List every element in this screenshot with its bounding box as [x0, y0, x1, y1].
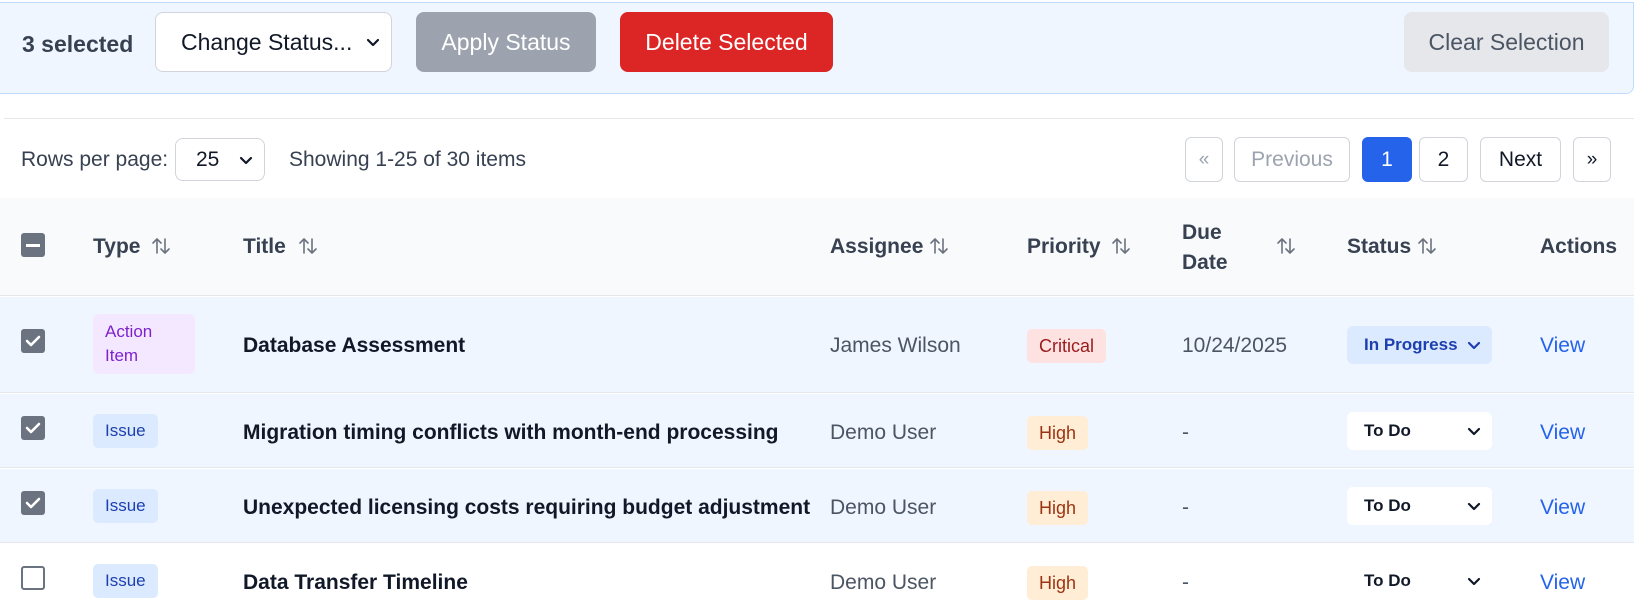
view-link[interactable]: View [1540, 421, 1585, 445]
row-status-value: To Do [1364, 496, 1411, 515]
chevron-down-icon [239, 156, 253, 164]
row-due-date: 10/24/2025 [1182, 334, 1288, 357]
type-badge: Issue [93, 489, 158, 523]
column-header-type[interactable]: Type [93, 235, 140, 259]
rows-per-page-value: 25 [196, 147, 220, 171]
row-checkbox[interactable] [21, 416, 45, 440]
row-checkbox[interactable] [21, 566, 45, 590]
column-header-actions: Actions [1540, 235, 1618, 258]
sort-icon[interactable] [1275, 235, 1297, 257]
bulk-action-bar: 3 selected Change Status... Apply Status… [0, 2, 1634, 94]
selected-count: 3 selected [22, 31, 134, 57]
type-badge: Action Item [93, 314, 195, 374]
row-checkbox[interactable] [21, 491, 45, 515]
sort-icon[interactable] [150, 235, 172, 257]
view-link[interactable]: View [1540, 496, 1585, 520]
row-assignee: Demo User [830, 496, 937, 519]
divider [4, 118, 1634, 119]
type-badge: Issue [93, 414, 158, 448]
delete-selected-button[interactable]: Delete Selected [620, 12, 833, 72]
checkmark-icon [25, 497, 41, 509]
type-badge: Issue [93, 564, 158, 598]
page-2-button[interactable]: 2 [1419, 137, 1468, 182]
chevron-down-icon [1467, 427, 1481, 436]
view-link[interactable]: View [1540, 334, 1585, 358]
chevron-down-icon [1467, 341, 1481, 350]
checkmark-icon [25, 422, 41, 434]
apply-status-button[interactable]: Apply Status [416, 12, 596, 72]
column-header-status[interactable]: Status [1347, 235, 1411, 259]
showing-count: Showing 1-25 of 30 items [289, 148, 526, 171]
bulk-status-select-value: Change Status... [181, 28, 353, 55]
row-status-select[interactable]: To Do [1347, 562, 1492, 600]
row-title: Database Assessment [243, 334, 466, 357]
sort-icon[interactable] [1110, 235, 1132, 257]
column-header-assignee[interactable]: Assignee [830, 235, 923, 259]
page-1-button[interactable]: 1 [1362, 137, 1412, 182]
checkmark-icon [25, 335, 41, 347]
row-due-date: - [1182, 421, 1189, 444]
row-status-value: To Do [1364, 421, 1411, 440]
previous-page-button[interactable]: Previous [1234, 137, 1350, 182]
column-header-due-date-line-1[interactable]: Due [1182, 221, 1222, 245]
sort-icon[interactable] [928, 235, 950, 257]
row-assignee: James Wilson [830, 334, 961, 357]
row-checkbox[interactable] [21, 329, 45, 353]
sort-icon[interactable] [297, 235, 319, 257]
column-header-title[interactable]: Title [243, 235, 286, 259]
row-status-select[interactable]: To Do [1347, 487, 1492, 525]
priority-badge: High [1027, 566, 1089, 600]
row-assignee: Demo User [830, 421, 937, 444]
row-title: Data Transfer Timeline [243, 571, 468, 594]
select-all-checkbox[interactable] [21, 233, 45, 257]
chevron-down-icon [366, 38, 380, 47]
priority-badge: High [1027, 416, 1089, 450]
chevron-down-icon [1467, 577, 1481, 586]
row-assignee: Demo User [830, 571, 937, 594]
next-page-button[interactable]: Next [1480, 137, 1561, 182]
clear-selection-button[interactable]: Clear Selection [1404, 12, 1609, 72]
row-status-value: To Do [1364, 571, 1411, 590]
sort-icon[interactable] [1416, 235, 1438, 257]
rows-per-page-select[interactable]: 25 [175, 138, 265, 181]
row-title: Migration timing conflicts with month-en… [243, 421, 779, 444]
column-header-due-date-line-2[interactable]: Date [1182, 251, 1228, 275]
rows-per-page-label: Rows per page: [21, 148, 169, 171]
row-status-select[interactable]: In Progress [1347, 326, 1492, 364]
chevron-down-icon [1467, 502, 1481, 511]
column-header-priority[interactable]: Priority [1027, 235, 1101, 259]
last-page-button[interactable]: » [1573, 137, 1611, 182]
priority-badge: High [1027, 491, 1089, 525]
row-due-date: - [1182, 571, 1189, 594]
row-title: Unexpected licensing costs requiring bud… [243, 496, 811, 519]
priority-badge: Critical [1027, 329, 1107, 363]
row-status-select[interactable]: To Do [1347, 412, 1492, 450]
row-status-value: In Progress [1364, 335, 1458, 354]
view-link[interactable]: View [1540, 571, 1585, 595]
row-due-date: - [1182, 496, 1189, 519]
first-page-button[interactable]: « [1185, 137, 1223, 182]
bulk-status-select[interactable]: Change Status... [155, 12, 392, 72]
